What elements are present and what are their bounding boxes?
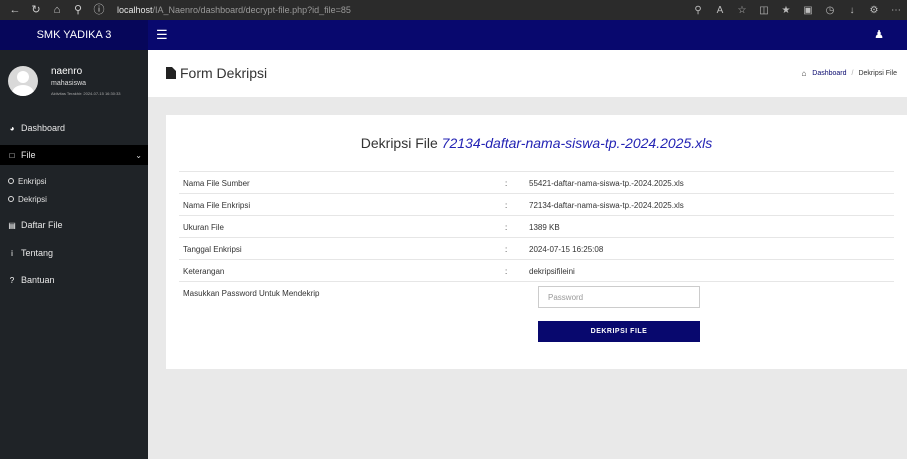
sidebar-item-label: Tentang (21, 248, 54, 258)
extensions-icon[interactable]: ⚙ (869, 5, 879, 16)
row-label: Tanggal Enkripsi (183, 245, 242, 254)
sidebar-subitem-label: Enkripsi (18, 176, 47, 186)
row-label: Nama File Sumber (183, 179, 250, 188)
sidebar-item-tentang[interactable]: i Tentang (0, 243, 148, 263)
brand-logo[interactable]: SMK YADIKA 3 (0, 20, 148, 50)
sidebar-item-daftar-file[interactable]: ▤ Daftar File (0, 215, 148, 235)
file-icon (166, 67, 176, 79)
row-colon: : (505, 201, 508, 210)
breadcrumb-separator: / (851, 70, 854, 77)
decrypt-file-button[interactable]: DEKRIPSI FILE (538, 321, 700, 342)
row-value: 55421-daftar-nama-siswa-tp.-2024.2025.xl… (529, 179, 684, 188)
user-role: mahasiswa (51, 80, 87, 87)
breadcrumb-current: Dekripsi File (858, 70, 897, 77)
circle-icon (8, 178, 14, 184)
avatar (8, 66, 38, 96)
row-label: Ukuran File (183, 223, 224, 232)
sidebar-subitem-enkripsi[interactable]: Enkripsi (0, 173, 148, 189)
info-row-file-size: Ukuran File : 1389 KB (179, 215, 894, 237)
sidebar-item-bantuan[interactable]: ? Bantuan (0, 270, 148, 290)
key-icon[interactable]: ⚲ (693, 5, 703, 16)
form-heading: Dekripsi File 72134-daftar-nama-siswa-tp… (166, 135, 907, 151)
row-label: Keterangan (183, 267, 225, 276)
info-icon: i (11, 248, 13, 258)
chevron-down-icon: ⌄ (135, 150, 142, 160)
info-row-source-file: Nama File Sumber : 55421-daftar-nama-sis… (179, 171, 894, 193)
collections-icon[interactable]: ▣ (803, 5, 813, 16)
info-row-encrypt-date: Tanggal Enkripsi : 2024-07-15 16:25:08 (179, 237, 894, 259)
sidebar-subitem-label: Dekripsi (18, 194, 47, 204)
sidebar-subitem-dekripsi[interactable]: Dekripsi (0, 191, 148, 207)
page-title: Form Dekripsi (166, 65, 267, 81)
address-bar[interactable]: localhost/IA_Naenro/dashboard/decrypt-fi… (117, 5, 351, 15)
sidebar-item-dashboard[interactable]: ◕ Dashboard (0, 118, 148, 138)
row-value: dekripsifileini (529, 267, 575, 276)
form-heading-filename: 72134-daftar-nama-siswa-tp.-2024.2025.xl… (441, 135, 713, 151)
download-icon[interactable]: ↓ (847, 5, 857, 16)
row-value: 1389 KB (529, 223, 560, 232)
back-icon[interactable]: ← (9, 4, 21, 16)
row-value: 72134-daftar-nama-siswa-tp.-2024.2025.xl… (529, 201, 684, 210)
refresh-icon[interactable]: ↻ (30, 4, 42, 16)
info-row-description: Keterangan : dekripsifileini (179, 259, 894, 281)
row-label: Nama File Enkripsi (183, 201, 251, 210)
url-path: /IA_Naenro/dashboard/decrypt-file.php?id… (152, 5, 351, 15)
more-icon[interactable]: ⋯ (891, 5, 901, 16)
home-icon[interactable]: ⌂ (801, 69, 806, 78)
row-colon: : (505, 223, 508, 232)
breadcrumb-dashboard[interactable]: Dashboard (812, 70, 846, 77)
search-icon[interactable]: ⚲ (72, 4, 84, 16)
sidebar-item-label: Bantuan (21, 275, 55, 285)
row-colon: : (505, 179, 508, 188)
sidebar-item-file[interactable]: □ File ⌄ (0, 145, 148, 165)
question-icon: ? (9, 275, 15, 285)
favorite-star-icon[interactable]: ☆ (737, 5, 747, 16)
password-input[interactable] (538, 286, 700, 308)
user-icon[interactable]: ♟ (873, 28, 885, 42)
user-last-activity: Aktivitas Terakhir: 2024-07-15 16:30:33 (51, 91, 121, 96)
breadcrumb: ⌂ Dashboard / Dekripsi File (801, 69, 897, 78)
page-title-text: Form Dekripsi (180, 65, 268, 81)
sidebar-item-label: Dashboard (21, 123, 66, 133)
sidebar-item-label: Daftar File (21, 220, 63, 230)
site-info-icon[interactable]: ⓘ (93, 4, 105, 16)
browser-toolbar: ← ↻ ⌂ ⚲ ⓘ localhost/IA_Naenro/dashboard/… (0, 0, 907, 20)
user-panel: naenro mahasiswa Aktivitas Terakhir: 202… (0, 50, 148, 112)
row-value: 2024-07-15 16:25:08 (529, 245, 604, 254)
row-colon: : (505, 267, 508, 276)
home-icon[interactable]: ⌂ (51, 4, 63, 16)
read-aloud-icon[interactable]: A (715, 5, 725, 16)
sidebar: naenro mahasiswa Aktivitas Terakhir: 202… (0, 50, 148, 459)
password-row: Masukkan Password Untuk Mendekrip (179, 281, 894, 303)
url-host: localhost (117, 5, 153, 15)
split-screen-icon[interactable]: ◫ (759, 5, 769, 16)
hamburger-menu-icon[interactable]: ☰ (156, 28, 170, 42)
history-icon[interactable]: ◷ (825, 5, 835, 16)
form-heading-prefix: Dekripsi File (360, 135, 438, 151)
user-name: naenro (51, 66, 83, 77)
circle-icon (8, 196, 14, 202)
list-icon: ▤ (8, 220, 16, 230)
sidebar-item-label: File (21, 150, 36, 160)
content-header: Form Dekripsi ⌂ Dashboard / Dekripsi Fil… (148, 50, 907, 97)
favorites-icon[interactable]: ★ (781, 5, 791, 16)
file-icon: □ (9, 150, 15, 160)
password-label: Masukkan Password Untuk Mendekrip (183, 289, 320, 298)
dashboard-icon: ◕ (9, 123, 15, 133)
row-colon: : (505, 245, 508, 254)
app-topbar: SMK YADIKA 3 ☰ ♟ (0, 20, 907, 50)
info-row-encrypted-file: Nama File Enkripsi : 72134-daftar-nama-s… (179, 193, 894, 215)
browser-actions: ⚲ A ☆ ◫ ★ ▣ ◷ ↓ ⚙ ⋯ (681, 0, 901, 20)
decrypt-form-box: Dekripsi File 72134-daftar-nama-siswa-tp… (166, 115, 907, 369)
